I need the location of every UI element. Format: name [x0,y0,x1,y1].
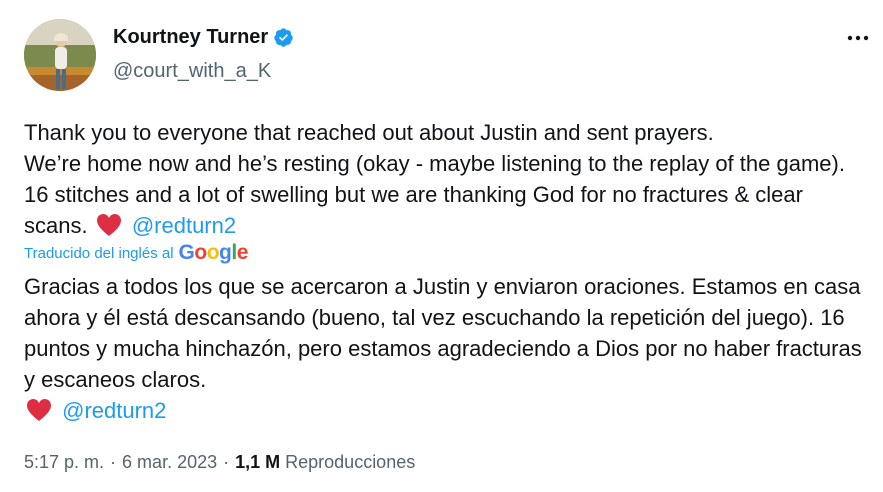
translation-text: Gracias a todos los que se acercaron a J… [24,271,869,430]
translation-mention-link[interactable]: @redturn2 [62,398,166,423]
author-name-row[interactable]: Kourtney Turner [113,26,294,49]
avatar[interactable] [24,19,96,91]
tweet-meta: 5:17 p. m. · 6 mar. 2023 · 1,1 M Reprodu… [24,452,415,473]
author-name[interactable]: Kourtney Turner [113,26,268,49]
translation-attribution[interactable]: Traducido del inglés al Google [24,241,248,265]
separator-dot: · [223,452,230,472]
google-logo: Google [178,241,249,264]
views-label: Reproducciones [285,452,416,472]
views-count: 1,1 M [235,452,281,472]
red-heart-icon [26,398,52,430]
more-horizontal-icon [847,35,869,41]
more-options-button[interactable] [841,27,875,49]
tweet-text: Thank you to everyone that reached out a… [24,117,864,245]
mention-link[interactable]: @redturn2 [132,213,236,238]
translation-body: Gracias a todos los que se acercaron a J… [24,274,862,392]
verified-badge-icon [273,27,294,48]
separator-dot: · [110,452,117,472]
avatar-photo [24,19,96,91]
tweet-time[interactable]: 5:17 p. m. [24,452,104,473]
translated-label[interactable]: Traducido del inglés al [24,245,174,262]
author-handle[interactable]: @court_with_a_K [113,60,271,83]
tweet-date[interactable]: 6 mar. 2023 [122,452,217,473]
